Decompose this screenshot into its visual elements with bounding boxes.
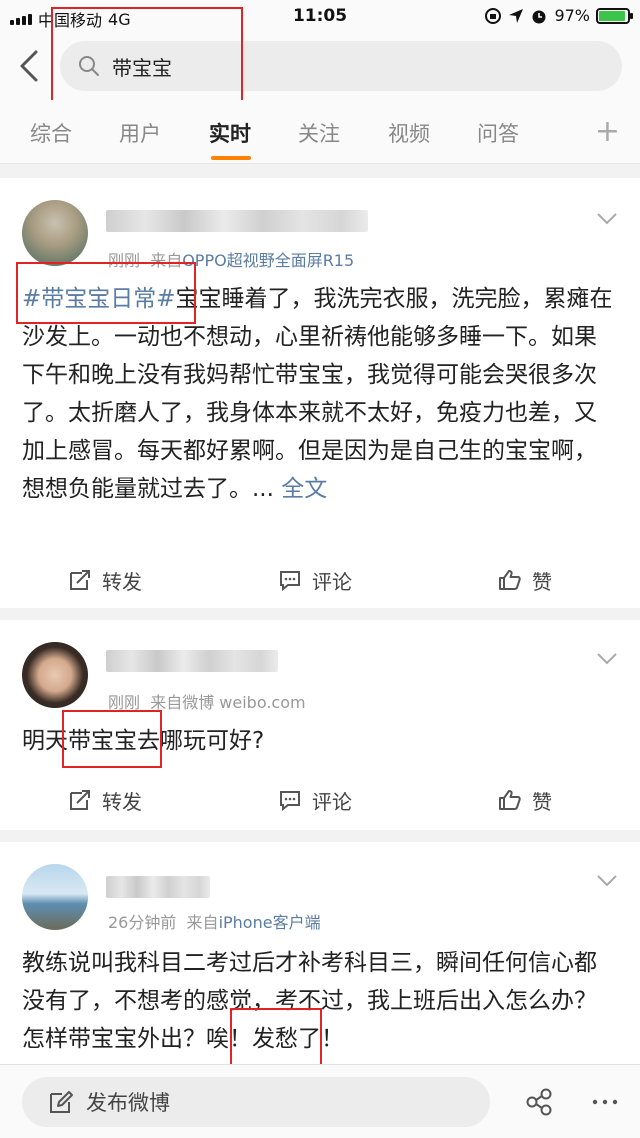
username-blurred[interactable] — [106, 650, 278, 672]
repost-icon — [70, 570, 90, 590]
post-time: 26分钟前 — [108, 913, 177, 932]
username-blurred[interactable] — [106, 210, 368, 232]
post-card: 26分钟前 来自iPhone客户端 教练说叫我科目二考过后才补考科目三，瞬间任何… — [0, 842, 640, 1066]
location-icon — [509, 8, 524, 23]
tab-comprehensive[interactable]: 综合 — [30, 118, 72, 148]
topic-link[interactable]: #带宝宝日常# — [22, 286, 176, 312]
status-bar: 中国移动 4G 11:05 97% — [0, 0, 640, 34]
avatar[interactable] — [22, 864, 88, 930]
comment-button[interactable]: 评论 — [278, 552, 352, 608]
thumbs-up-icon — [499, 570, 521, 590]
search-box[interactable] — [60, 41, 622, 91]
tab-video[interactable]: 视频 — [388, 118, 430, 148]
username-blurred[interactable] — [106, 876, 210, 898]
chevron-down-icon[interactable] — [596, 652, 618, 666]
tab-bar: 综合 用户 实时 关注 视频 问答 + — [0, 100, 640, 164]
rotation-lock-icon — [485, 7, 502, 24]
battery-percent: 97% — [554, 6, 590, 25]
repost-button[interactable]: 转发 — [68, 772, 142, 828]
chevron-down-icon[interactable] — [596, 874, 618, 888]
bottom-bar: 发布微博 — [0, 1064, 640, 1138]
post-text: #带宝宝日常#宝宝睡着了，我洗完衣服，洗完脸，累瘫在沙发上。一动也不想动，心里祈… — [22, 280, 618, 508]
post-text: 教练说叫我科目二考过后才补考科目三，瞬间任何信心都没有了，不想考的感觉，考不过，… — [22, 950, 597, 1052]
post-body: 宝宝睡着了，我洗完衣服，洗完脸，累瘫在沙发上。一动也不想动，心里祈祷他能够多睡一… — [22, 286, 613, 502]
compose-weibo-button[interactable]: 发布微博 — [22, 1077, 490, 1127]
post-time: 刚刚 — [108, 251, 141, 270]
add-tab-button[interactable]: + — [595, 114, 620, 149]
more-icon[interactable] — [590, 1087, 620, 1117]
post-text: 明天带宝宝去哪玩可好? — [22, 728, 265, 754]
back-arrow-icon[interactable] — [14, 48, 44, 84]
post-source[interactable]: OPPO超视野全面屏R15 — [182, 251, 354, 270]
alarm-icon — [532, 10, 546, 23]
share-icon[interactable] — [524, 1087, 554, 1117]
post-actions: 转发 评论 赞 — [0, 552, 640, 608]
post-from: 来自 — [186, 913, 219, 932]
avatar[interactable] — [22, 200, 88, 266]
like-button[interactable]: 赞 — [498, 552, 552, 608]
tab-realtime[interactable]: 实时 — [209, 118, 251, 148]
post-from: 来自微博 — [150, 693, 215, 712]
search-input[interactable] — [112, 54, 572, 78]
post-card: 刚刚 来自OPPO超视野全面屏R15 #带宝宝日常#宝宝睡着了，我洗完衣服，洗完… — [0, 178, 640, 608]
post-card: 刚刚 来自微博 weibo.com 明天带宝宝去哪玩可好? 转发 评论 赞 — [0, 620, 640, 830]
repost-button[interactable]: 转发 — [68, 552, 142, 608]
active-tab-indicator — [211, 156, 251, 160]
like-button[interactable]: 赞 — [498, 772, 552, 828]
thumbs-up-icon — [499, 790, 521, 810]
full-text-link[interactable]: 全文 — [281, 476, 327, 502]
chevron-down-icon[interactable] — [596, 212, 618, 226]
tab-qa[interactable]: 问答 — [477, 118, 519, 148]
tab-users[interactable]: 用户 — [119, 118, 161, 148]
post-from: 来自 — [150, 251, 183, 270]
avatar[interactable] — [22, 642, 88, 708]
post-source[interactable]: iPhone客户端 — [219, 913, 321, 932]
tab-following[interactable]: 关注 — [298, 118, 340, 148]
post-time: 刚刚 — [108, 693, 141, 712]
comment-icon — [280, 791, 300, 812]
repost-icon — [70, 790, 90, 810]
edit-icon — [50, 1091, 73, 1113]
comment-icon — [280, 571, 300, 592]
post-actions: 转发 评论 赞 — [0, 772, 640, 828]
battery-icon — [596, 7, 633, 24]
comment-button[interactable]: 评论 — [278, 772, 352, 828]
search-header — [0, 34, 640, 100]
post-source[interactable]: weibo.com — [219, 693, 305, 712]
search-icon — [79, 56, 99, 76]
